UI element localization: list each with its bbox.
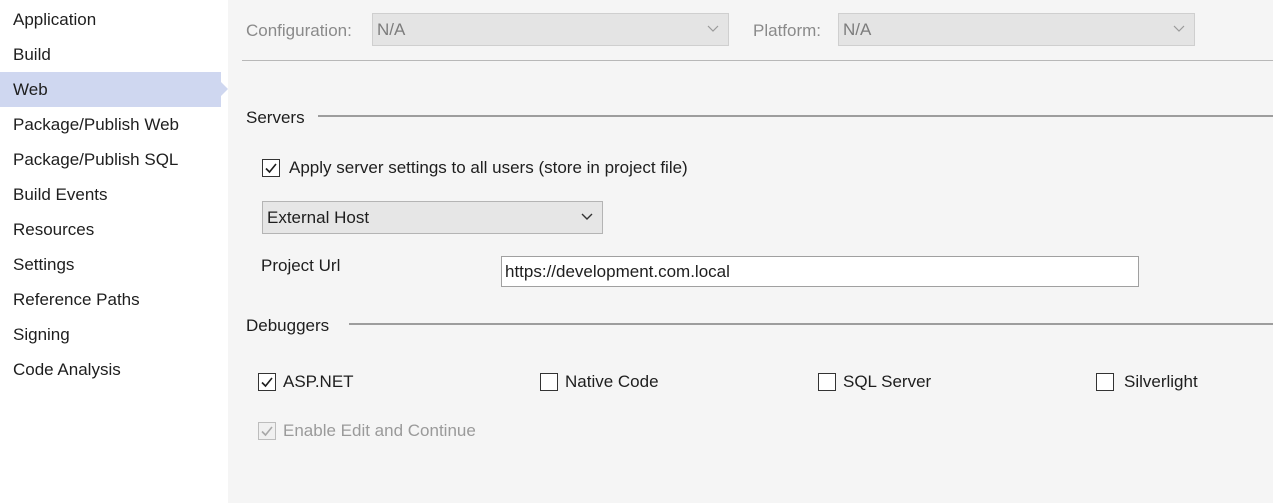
apply-all-users-checkbox[interactable] — [262, 159, 280, 177]
native-code-checkbox[interactable] — [540, 373, 558, 391]
sidebar-item-package-publish-sql[interactable]: Package/Publish SQL — [0, 142, 221, 177]
project-properties-window: Application Build Web Package/Publish We… — [0, 0, 1273, 503]
server-type-dropdown[interactable]: External Host — [262, 201, 603, 234]
configuration-value: N/A — [377, 20, 406, 39]
sidebar-item-resources[interactable]: Resources — [0, 212, 221, 247]
server-type-value: External Host — [267, 208, 370, 227]
project-url-label: Project Url — [261, 256, 341, 275]
platform-label: Platform: — [753, 21, 822, 40]
checkmark-icon — [265, 163, 277, 174]
edit-continue-checkbox[interactable] — [258, 422, 276, 440]
sidebar-item-application[interactable]: Application — [0, 2, 221, 37]
web-settings-panel: Configuration: N/A Platform: N/A Servers… — [228, 0, 1273, 503]
checkmark-icon — [261, 377, 273, 388]
platform-dropdown[interactable]: N/A — [838, 13, 1195, 46]
sidebar-item-settings[interactable]: Settings — [0, 247, 221, 282]
project-url-input[interactable] — [502, 257, 1138, 286]
sidebar-item-build-events[interactable]: Build Events — [0, 177, 221, 212]
servers-divider — [318, 115, 1273, 117]
chevron-down-icon — [581, 213, 593, 220]
sidebar-item-code-analysis[interactable]: Code Analysis — [0, 352, 221, 387]
sql-server-label[interactable]: SQL Server — [843, 371, 931, 393]
platform-value: N/A — [843, 20, 872, 39]
silverlight-checkbox[interactable] — [1096, 373, 1114, 391]
aspnet-label[interactable]: ASP.NET — [283, 371, 354, 393]
chevron-down-icon — [1173, 25, 1185, 32]
configuration-dropdown[interactable]: N/A — [372, 13, 729, 46]
sidebar-item-build[interactable]: Build — [0, 37, 221, 72]
sidebar-item-web[interactable]: Web — [0, 72, 228, 107]
debuggers-divider — [349, 323, 1273, 325]
project-url-field[interactable] — [501, 256, 1139, 287]
aspnet-checkbox[interactable] — [258, 373, 276, 391]
chevron-down-icon — [707, 25, 719, 32]
checkmark-icon — [261, 426, 273, 437]
native-code-label[interactable]: Native Code — [565, 371, 659, 393]
servers-section-title: Servers — [246, 108, 305, 127]
sidebar-nav: Application Build Web Package/Publish We… — [0, 0, 228, 503]
sql-server-checkbox[interactable] — [818, 373, 836, 391]
sidebar-item-package-publish-web[interactable]: Package/Publish Web — [0, 107, 221, 142]
configuration-label: Configuration: — [246, 21, 352, 40]
edit-continue-label: Enable Edit and Continue — [283, 421, 476, 440]
debuggers-section-title: Debuggers — [246, 316, 330, 335]
sidebar-item-signing[interactable]: Signing — [0, 317, 221, 352]
sidebar-item-reference-paths[interactable]: Reference Paths — [0, 282, 221, 317]
header-divider — [242, 60, 1273, 61]
apply-all-users-label[interactable]: Apply server settings to all users (stor… — [289, 157, 688, 179]
silverlight-label[interactable]: Silverlight — [1124, 371, 1198, 393]
